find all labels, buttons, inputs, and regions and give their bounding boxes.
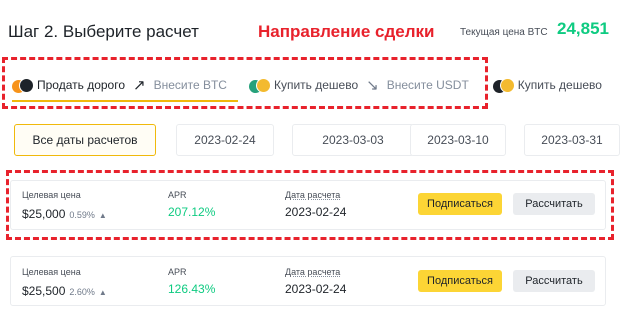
tab-hint: Внесите USDT	[386, 78, 469, 92]
target-price: $25,500 2.60% ▲	[22, 282, 107, 300]
tab-buy-low-bnb[interactable]: Купить дешево	[492, 76, 602, 94]
tab-sell-high[interactable]: Продать дорого ↗ Внесите BTC	[12, 76, 227, 94]
target-price-value: $25,500	[22, 284, 66, 298]
apr-label: APR	[168, 267, 187, 277]
subscribe-button[interactable]: Подписаться	[418, 193, 502, 215]
date-filter-all[interactable]: Все даты расчетов	[14, 124, 156, 156]
target-price-value: $25,000	[22, 207, 66, 221]
target-price-percent: 2.60%	[69, 287, 95, 297]
date-filter-2023-03-10[interactable]: 2023-03-10	[410, 124, 506, 156]
calculate-button[interactable]: Рассчитать	[513, 270, 595, 292]
page-title: Шаг 2. Выберите расчет	[8, 22, 199, 41]
calculate-button[interactable]: Рассчитать	[513, 193, 595, 215]
apr-value: 126.43%	[168, 282, 216, 296]
triangle-up-icon: ▲	[98, 211, 107, 220]
date-filter-2023-03-31[interactable]: 2023-03-31	[524, 124, 620, 156]
usdt-coin-icon	[248, 76, 271, 94]
tab-label: Продать дорого	[37, 78, 126, 92]
settlement-date-label: Дата расчета	[285, 190, 341, 200]
direction-tabs: Продать дорого ↗ Внесите BTC Купить деше…	[12, 72, 616, 98]
active-tab-underline	[12, 100, 238, 102]
settlement-date-value: 2023-02-24	[285, 282, 347, 296]
apr-label: APR	[168, 190, 187, 200]
target-price-label: Целевая цена	[22, 190, 81, 200]
tab-buy-low-usdt[interactable]: Купить дешево ↘ Внесите USDT	[248, 76, 469, 94]
date-filter-2023-03-03[interactable]: 2023-03-03	[292, 124, 414, 156]
tab-hint: Внесите BTC	[153, 78, 227, 92]
arrow-down-right-icon: ↘	[366, 76, 379, 94]
bnb-coin-icon	[492, 76, 515, 94]
triangle-up-icon: ▲	[98, 288, 107, 297]
tab-label: Купить дешево	[273, 78, 359, 92]
tab-label: Купить дешево	[517, 78, 602, 92]
target-price: $25,000 0.59% ▲	[22, 205, 107, 223]
arrow-up-right-icon: ↗	[133, 76, 146, 94]
current-price-value: 24,851	[557, 19, 609, 38]
current-price-label: Текущая цена BTC	[460, 27, 548, 38]
target-price-label: Целевая цена	[22, 267, 81, 277]
settlement-date-label: Дата расчета	[285, 267, 341, 277]
settlement-date-value: 2023-02-24	[285, 205, 347, 219]
subscribe-button[interactable]: Подписаться	[418, 270, 502, 292]
direction-annotation: Направление сделки	[258, 22, 435, 41]
btc-coin-icon	[12, 76, 34, 94]
target-price-percent: 0.59%	[69, 210, 95, 220]
date-filter-2023-02-24[interactable]: 2023-02-24	[176, 124, 274, 156]
apr-value: 207.12%	[168, 205, 216, 219]
